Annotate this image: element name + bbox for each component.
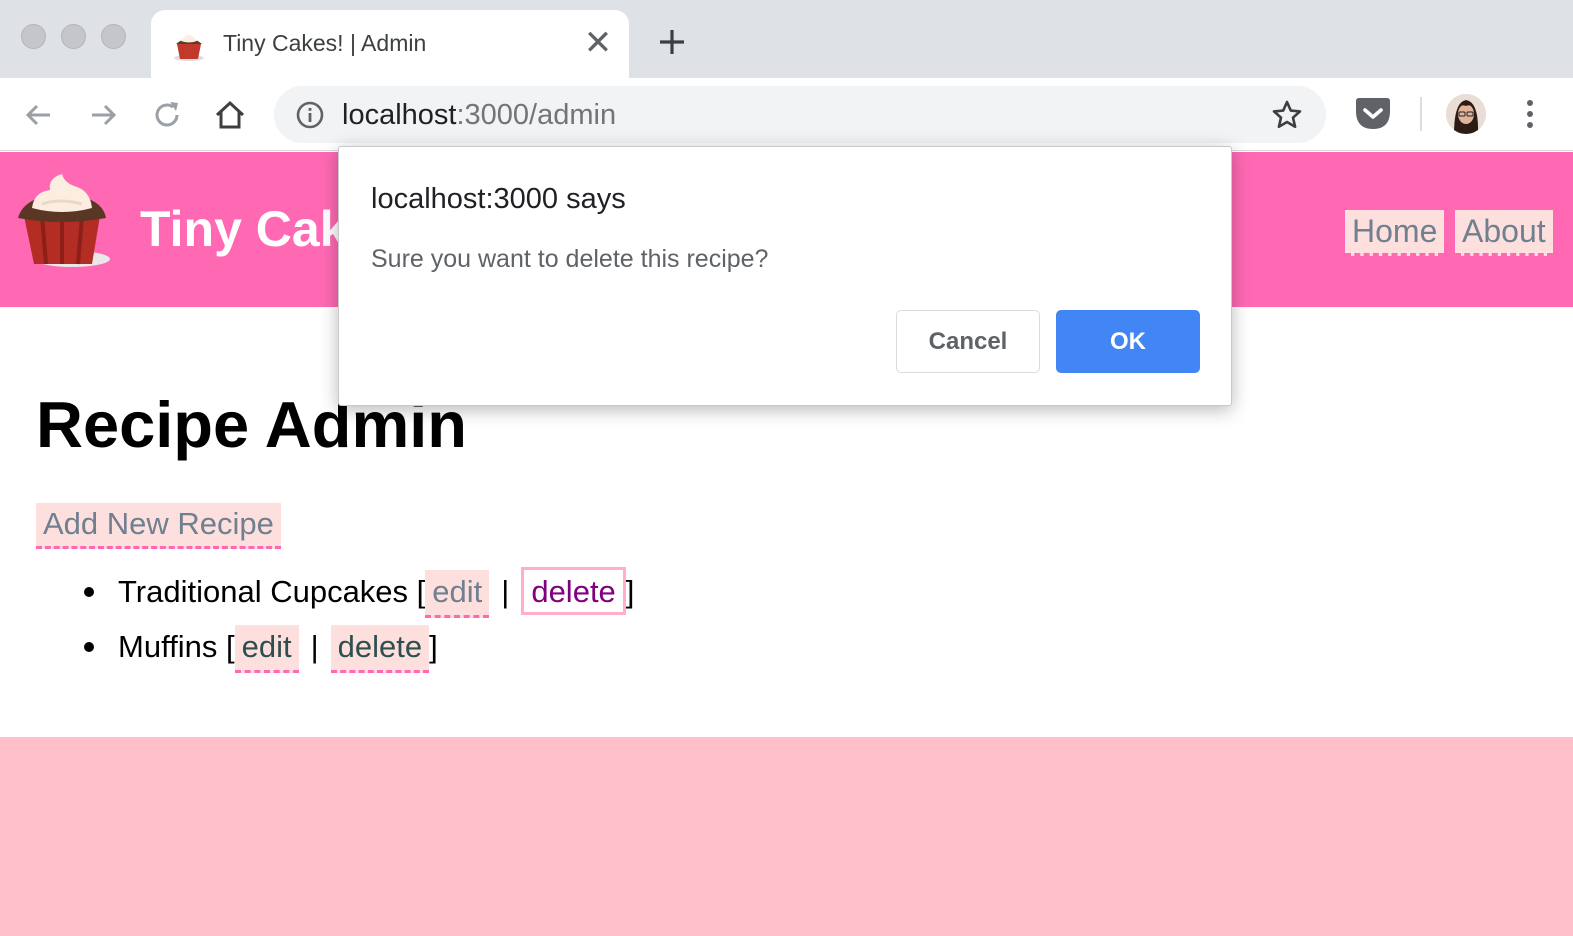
browser-toolbar: localhost:3000/admin — [0, 78, 1573, 151]
back-arrow-icon[interactable] — [22, 98, 56, 132]
forward-arrow-icon[interactable] — [86, 98, 120, 132]
url-host: localhost — [342, 99, 457, 131]
maximize-window-icon[interactable] — [101, 24, 126, 49]
browser-tab-strip: Tiny Cakes! | Admin ✕ — [0, 0, 1573, 78]
new-tab-icon[interactable] — [654, 24, 690, 60]
recipe-edit-link[interactable]: edit — [234, 625, 299, 673]
dialog-message: Sure you want to delete this recipe? — [371, 245, 769, 273]
add-new-recipe-link[interactable]: Add New Recipe — [36, 503, 281, 549]
nav-about-link[interactable]: About — [1455, 210, 1553, 256]
close-tab-icon[interactable]: ✕ — [583, 26, 613, 60]
url-path: :3000/admin — [456, 99, 617, 131]
close-window-icon[interactable] — [21, 24, 46, 49]
profile-avatar-icon — [1446, 94, 1486, 134]
home-icon[interactable] — [213, 98, 247, 132]
tab-title: Tiny Cakes! | Admin — [223, 30, 427, 56]
recipe-delete-link[interactable]: delete — [521, 567, 626, 615]
minimize-window-icon[interactable] — [61, 24, 86, 49]
nav-home-link[interactable]: Home — [1345, 210, 1445, 256]
bookmark-star-icon[interactable] — [1270, 98, 1304, 132]
recipe-delete-link[interactable]: delete — [330, 625, 430, 673]
recipe-list-item: Traditional Cupcakes [edit | delete] — [80, 567, 635, 618]
site-footer — [0, 737, 1573, 936]
cupcake-favicon-icon — [174, 35, 204, 61]
recipe-name: Traditional Cupcakes [ — [118, 574, 426, 609]
list-bullet — [84, 586, 94, 597]
list-bullet — [84, 641, 94, 652]
recipe-edit-link[interactable]: edit — [425, 570, 490, 618]
recipe-list-item: Muffins [edit | delete] — [80, 623, 438, 673]
recipe-bracket-close: ] — [429, 629, 438, 664]
confirm-dialog: localhost:3000 says Sure you want to del… — [338, 146, 1232, 406]
browser-tab-active[interactable]: Tiny Cakes! | Admin ✕ — [151, 10, 629, 78]
browser-menu-icon[interactable] — [1516, 96, 1544, 132]
recipe-bracket-close: ] — [625, 574, 635, 609]
toolbar-separator — [1420, 97, 1422, 131]
ok-button[interactable]: OK — [1056, 310, 1200, 373]
dialog-title: localhost:3000 says — [371, 183, 626, 215]
recipe-name: Muffins [ — [118, 629, 235, 664]
site-title: Tiny Cak — [140, 201, 348, 257]
pocket-extension-icon[interactable] — [1353, 96, 1393, 132]
url-text[interactable]: localhost:3000/admin — [342, 99, 616, 132]
address-bar[interactable]: localhost:3000/admin — [274, 86, 1326, 143]
profile-avatar[interactable] — [1446, 94, 1486, 134]
cancel-button[interactable]: Cancel — [896, 310, 1040, 373]
site-info-icon[interactable] — [294, 99, 326, 131]
reload-icon[interactable] — [150, 98, 184, 132]
link-separator: | — [501, 574, 510, 609]
cupcake-logo-icon — [18, 174, 110, 267]
link-separator: | — [310, 629, 319, 664]
